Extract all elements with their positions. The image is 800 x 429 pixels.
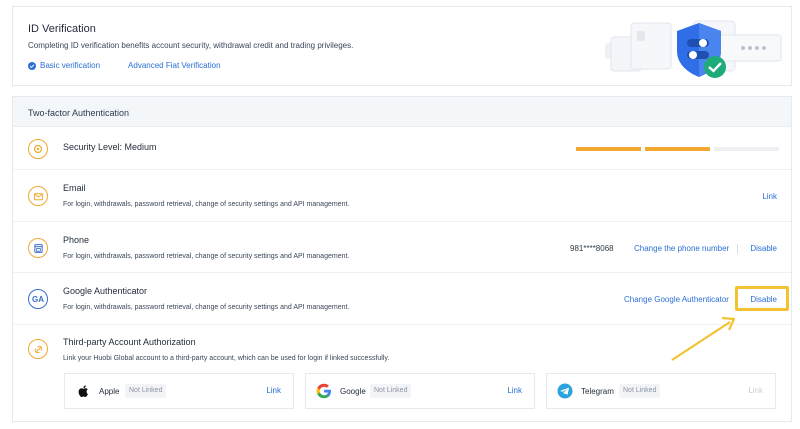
security-level-label: Security Level: Medium [63,142,157,152]
phone-icon [28,238,48,258]
id-verification-card: ID Verification Completing ID verificati… [12,6,792,86]
phone-number: 981****8068 [570,244,614,253]
apple-icon [78,385,88,397]
phone-disable-button[interactable]: Disable [750,244,777,253]
security-level-segment [714,147,779,151]
advanced-fiat-verification-link[interactable]: Advanced Fiat Verification [128,61,221,70]
id-verification-links: Basic verification Advanced Fiat Verific… [28,61,221,70]
google-authenticator-description: For login, withdrawals, password retriev… [63,304,350,311]
google-account-box: Google Not Linked Link [305,373,535,409]
security-level-icon [28,139,48,159]
phone-description: For login, withdrawals, password retriev… [63,253,350,260]
security-shield-illustration [605,20,782,78]
google-icon [316,383,331,399]
third-party-description: Link your Huobi Global account to a thir… [63,355,390,362]
annotation-arrow-icon [671,316,736,361]
change-phone-button[interactable]: Change the phone number [634,244,729,253]
telegram-account-name: Telegram [581,387,614,396]
telegram-icon [557,383,573,399]
apple-status-badge: Not Linked [125,384,167,398]
envelope-icon [28,186,48,206]
google-authenticator-title: Google Authenticator [63,286,148,296]
security-level-segment [645,147,710,151]
disable-highlight-box [735,286,789,311]
google-status-badge: Not Linked [370,384,412,398]
telegram-account-box: Telegram Not Linked Link [546,373,776,409]
telegram-status-badge: Not Linked [619,384,661,398]
third-party-title: Third-party Account Authorization [63,337,196,347]
telegram-link-button[interactable]: Link [748,386,763,395]
apple-account-box: Apple Not Linked Link [64,373,294,409]
security-level-segment [576,147,641,151]
google-account-name: Google [340,387,366,396]
ga-icon: GA [28,289,48,309]
email-title: Email [63,183,86,193]
email-row: Email For login, withdrawals, password r… [13,170,791,222]
apple-link-button[interactable]: Link [266,386,281,395]
google-link-button[interactable]: Link [507,386,522,395]
security-level-row: Security Level: Medium [13,128,791,170]
id-verification-description: Completing ID verification benefits acco… [28,41,354,50]
apple-account-name: Apple [99,387,120,396]
phone-row: Phone For login, withdrawals, password r… [13,222,791,273]
phone-title: Phone [63,235,90,245]
separator [737,244,738,254]
two-factor-header: Two-factor Authentication [13,97,791,127]
change-google-authenticator-button[interactable]: Change Google Authenticator [624,295,729,304]
id-verification-title: ID Verification [28,23,96,35]
basic-verification-link[interactable]: Basic verification [40,61,100,70]
email-link-button[interactable]: Link [762,192,777,201]
check-circle-icon [28,61,36,70]
link-icon [28,339,48,359]
email-description: For login, withdrawals, password retriev… [63,201,350,208]
